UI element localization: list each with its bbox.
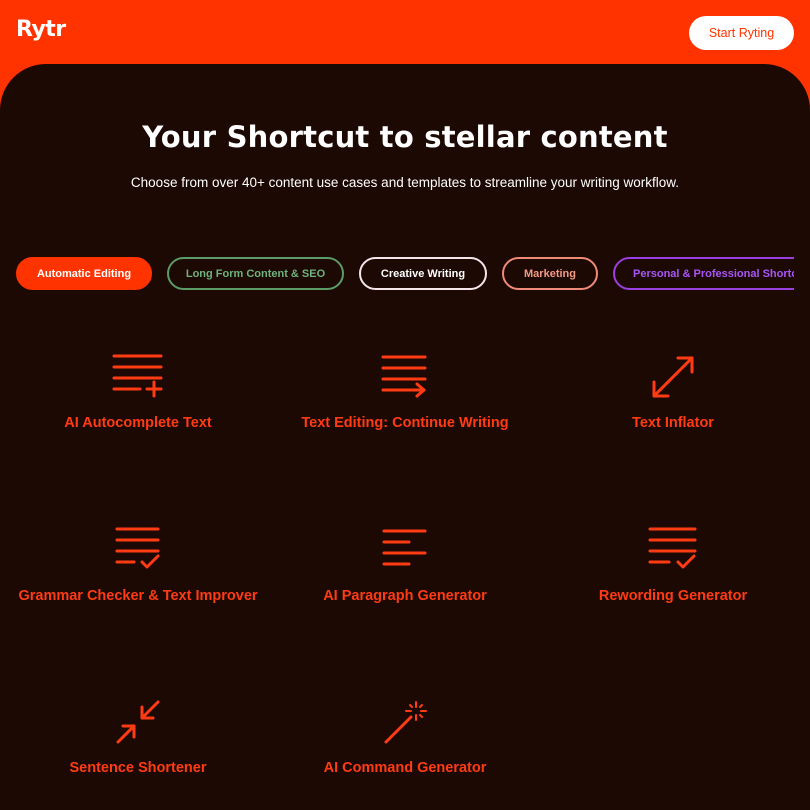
use-case-card-text-inflator[interactable]: Text Inflator — [538, 352, 808, 452]
use-case-card-rewording-generator[interactable]: Rewording Generator — [538, 526, 808, 626]
top-navbar: Rytr Start Ryting — [0, 0, 810, 66]
tab-automatic-editing[interactable]: Automatic Editing — [16, 257, 152, 290]
start-ryting-button[interactable]: Start Ryting — [689, 16, 794, 50]
use-case-card-grammar-checker[interactable]: Grammar Checker & Text Improver — [3, 526, 273, 626]
use-case-label: Rewording Generator — [598, 588, 748, 604]
use-case-card-sentence-shortener[interactable]: Sentence Shortener — [3, 698, 273, 798]
tab-creative-writing[interactable]: Creative Writing — [359, 257, 487, 290]
use-case-card-ai-autocomplete[interactable]: AI Autocomplete Text — [3, 352, 273, 452]
use-case-label: Sentence Shortener — [69, 760, 207, 776]
use-case-label: AI Autocomplete Text — [64, 415, 212, 431]
lines-check-icon — [648, 527, 697, 569]
category-tabs: Automatic Editing Long Form Content & SE… — [16, 257, 794, 291]
use-case-label: Grammar Checker & Text Improver — [18, 588, 258, 604]
use-case-label: AI Command Generator — [323, 760, 487, 776]
tab-marketing[interactable]: Marketing — [502, 257, 598, 290]
rytr-logo[interactable]: Rytr — [16, 17, 66, 42]
use-case-label: Text Inflator — [632, 415, 714, 431]
section-subtitle: Choose from over 40+ content use cases a… — [130, 175, 680, 190]
section-title: Your Shortcut to stellar content — [142, 120, 668, 154]
use-cases-section: Your Shortcut to stellar content Choose … — [0, 64, 810, 810]
paragraph-lines-icon — [382, 529, 427, 566]
use-case-card-paragraph-generator[interactable]: AI Paragraph Generator — [270, 526, 540, 626]
shrink-arrows-icon — [116, 700, 160, 744]
expand-arrows-icon — [652, 356, 694, 398]
use-case-label: AI Paragraph Generator — [323, 588, 487, 604]
use-case-label: Text Editing: Continue Writing — [301, 415, 509, 431]
lines-plus-icon — [112, 354, 163, 398]
use-case-card-command-generator[interactable]: AI Command Generator — [270, 698, 540, 798]
magic-wand-icon — [384, 701, 427, 744]
use-case-card-continue-writing[interactable]: Text Editing: Continue Writing — [270, 352, 540, 452]
lines-check-icon — [115, 527, 160, 569]
tab-long-form-content-seo[interactable]: Long Form Content & SEO — [167, 257, 344, 290]
lines-arrow-icon — [381, 355, 427, 398]
tab-personal-professional-shortcuts[interactable]: Personal & Professional Shortcuts — [613, 257, 794, 290]
